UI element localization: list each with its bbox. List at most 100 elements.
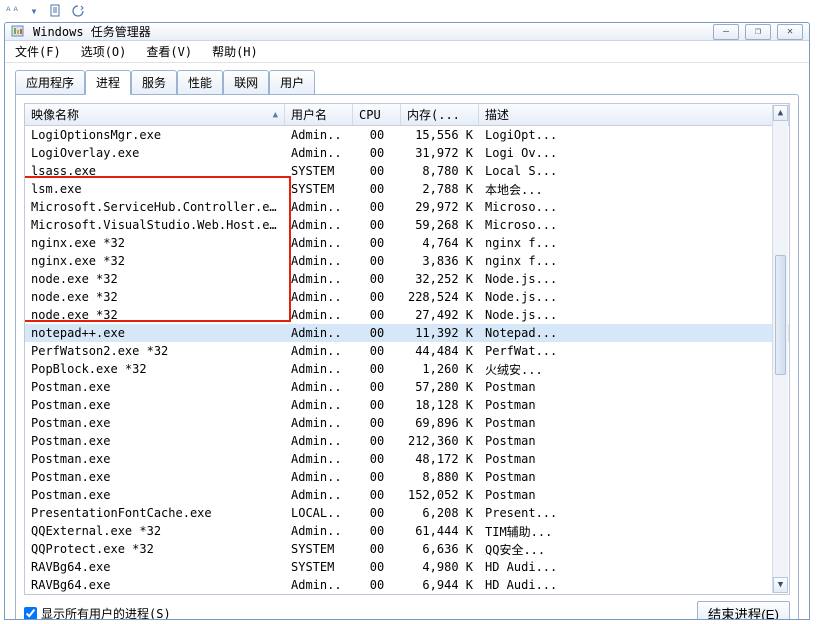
cell-name: nginx.exe *32 (25, 254, 285, 268)
vertical-scrollbar[interactable]: ▲ ▼ (772, 105, 788, 593)
tab-strip: 应用程序进程服务性能联网用户 (15, 69, 799, 94)
cell-name: Postman.exe (25, 434, 285, 448)
cell-mem: 8,880 K (401, 470, 479, 484)
col-cpu[interactable]: CPU (353, 104, 401, 125)
maximize-button[interactable]: ❐ (745, 24, 771, 40)
tab-2[interactable]: 服务 (131, 70, 177, 95)
table-row[interactable]: Postman.exeAdmin..00212,360 KPostman (25, 432, 789, 450)
col-image-name[interactable]: 映像名称 ▲ (25, 104, 285, 125)
cell-user: Admin.. (285, 380, 353, 394)
show-all-users-input[interactable] (24, 607, 37, 620)
cell-user: Admin.. (285, 578, 353, 592)
cell-cpu: 00 (353, 380, 401, 394)
scroll-up-button[interactable]: ▲ (773, 105, 788, 121)
minimize-button[interactable]: — (713, 24, 739, 40)
menu-file[interactable]: 文件(F) (11, 41, 65, 62)
cell-cpu: 00 (353, 254, 401, 268)
cell-user: SYSTEM (285, 560, 353, 574)
cell-name: LogiOverlay.exe (25, 146, 285, 160)
table-row[interactable]: RAVBg64.exeSYSTEM004,980 KHD Audi... (25, 558, 789, 576)
table-row[interactable]: Postman.exeAdmin..008,880 KPostman (25, 468, 789, 486)
cell-desc: Postman (479, 488, 789, 502)
menu-options[interactable]: 选项(O) (77, 41, 131, 62)
tab-4[interactable]: 联网 (223, 70, 269, 95)
col-memory[interactable]: 内存(... (401, 104, 479, 125)
cell-name: nginx.exe *32 (25, 236, 285, 250)
tab-1[interactable]: 进程 (85, 70, 131, 95)
table-row[interactable]: Microsoft.ServiceHub.Controller.exeAdmin… (25, 198, 789, 216)
cell-name: LogiOptionsMgr.exe (25, 128, 285, 142)
doc-icon[interactable] (48, 3, 64, 19)
table-row[interactable]: nginx.exe *32Admin..004,764 Knginx f... (25, 234, 789, 252)
table-row[interactable]: Microsoft.VisualStudio.Web.Host.ex...Adm… (25, 216, 789, 234)
close-button[interactable]: ✕ (777, 24, 803, 40)
table-row[interactable]: Postman.exeAdmin..0048,172 KPostman (25, 450, 789, 468)
cell-desc: Postman (479, 398, 789, 412)
show-all-users-checkbox[interactable]: 显示所有用户的进程(S) (24, 605, 171, 620)
table-row[interactable]: node.exe *32Admin..0032,252 KNode.js... (25, 270, 789, 288)
cell-mem: 61,444 K (401, 524, 479, 538)
table-row[interactable]: notepad++.exeAdmin..0011,392 KNotepad... (25, 324, 789, 342)
cell-name: QQExternal.exe *32 (25, 524, 285, 538)
cell-cpu: 00 (353, 434, 401, 448)
cell-cpu: 00 (353, 398, 401, 412)
table-row[interactable]: nginx.exe *32Admin..003,836 Knginx f... (25, 252, 789, 270)
table-row[interactable]: Postman.exeAdmin..0018,128 KPostman (25, 396, 789, 414)
menu-help[interactable]: 帮助(H) (208, 41, 262, 62)
app-icon (11, 24, 27, 40)
cell-desc: 火绒安... (479, 361, 789, 378)
cell-user: Admin.. (285, 434, 353, 448)
table-row[interactable]: lsm.exeSYSTEM002,788 K本地会... (25, 180, 789, 198)
cell-desc: Microso... (479, 200, 789, 214)
col-description[interactable]: 描述 (479, 104, 789, 125)
cell-mem: 18,128 K (401, 398, 479, 412)
cell-cpu: 00 (353, 236, 401, 250)
table-row[interactable]: node.exe *32Admin..00228,524 KNode.js... (25, 288, 789, 306)
cell-cpu: 00 (353, 164, 401, 178)
cell-desc: nginx f... (479, 236, 789, 250)
cell-desc: Node.js... (479, 308, 789, 322)
table-row[interactable]: QQExternal.exe *32Admin..0061,444 KTIM辅助… (25, 522, 789, 540)
tab-0[interactable]: 应用程序 (15, 70, 85, 95)
cell-cpu: 00 (353, 524, 401, 538)
menu-view[interactable]: 查看(V) (142, 41, 196, 62)
cell-mem: 57,280 K (401, 380, 479, 394)
cell-user: Admin.. (285, 200, 353, 214)
cell-mem: 11,392 K (401, 326, 479, 340)
cell-desc: Postman (479, 434, 789, 448)
cell-user: Admin.. (285, 308, 353, 322)
tab-3[interactable]: 性能 (177, 70, 223, 95)
cell-name: Postman.exe (25, 398, 285, 412)
table-row[interactable]: Postman.exeAdmin..00152,052 KPostman (25, 486, 789, 504)
titlebar[interactable]: Windows 任务管理器 — ❐ ✕ (5, 23, 809, 41)
table-row[interactable]: RAVBg64.exeAdmin..006,944 KHD Audi... (25, 576, 789, 594)
cell-name: PerfWatson2.exe *32 (25, 344, 285, 358)
table-row[interactable]: lsass.exeSYSTEM008,780 KLocal S... (25, 162, 789, 180)
tab-5[interactable]: 用户 (269, 70, 315, 95)
table-row[interactable]: node.exe *32Admin..0027,492 KNode.js... (25, 306, 789, 324)
refresh-icon[interactable] (70, 3, 86, 19)
text-size-icon[interactable]: ᴬᴬ (4, 3, 20, 19)
table-row[interactable]: QQProtect.exe *32SYSTEM006,636 KQQ安全... (25, 540, 789, 558)
end-process-button[interactable]: 结束进程(E) (697, 601, 790, 620)
table-row[interactable]: PopBlock.exe *32Admin..001,260 K火绒安... (25, 360, 789, 378)
cell-cpu: 00 (353, 146, 401, 160)
col-user[interactable]: 用户名 (285, 104, 353, 125)
table-row[interactable]: PerfWatson2.exe *32Admin..0044,484 KPerf… (25, 342, 789, 360)
show-all-users-label: 显示所有用户的进程(S) (41, 605, 171, 620)
cell-cpu: 00 (353, 182, 401, 196)
cell-user: Admin.. (285, 416, 353, 430)
table-row[interactable]: Postman.exeAdmin..0057,280 KPostman (25, 378, 789, 396)
table-row[interactable]: LogiOptionsMgr.exeAdmin..0015,556 KLogiO… (25, 126, 789, 144)
scroll-down-button[interactable]: ▼ (773, 577, 788, 593)
table-row[interactable]: PresentationFontCache.exeLOCAL..006,208 … (25, 504, 789, 522)
scroll-thumb[interactable] (775, 255, 786, 375)
cell-mem: 4,980 K (401, 560, 479, 574)
cell-desc: HD Audi... (479, 578, 789, 592)
cell-mem: 2,788 K (401, 182, 479, 196)
cell-mem: 4,764 K (401, 236, 479, 250)
down-icon[interactable]: ▾ (26, 3, 42, 19)
table-row[interactable]: LogiOverlay.exeAdmin..0031,972 KLogi Ov.… (25, 144, 789, 162)
cell-desc: PerfWat... (479, 344, 789, 358)
table-row[interactable]: Postman.exeAdmin..0069,896 KPostman (25, 414, 789, 432)
